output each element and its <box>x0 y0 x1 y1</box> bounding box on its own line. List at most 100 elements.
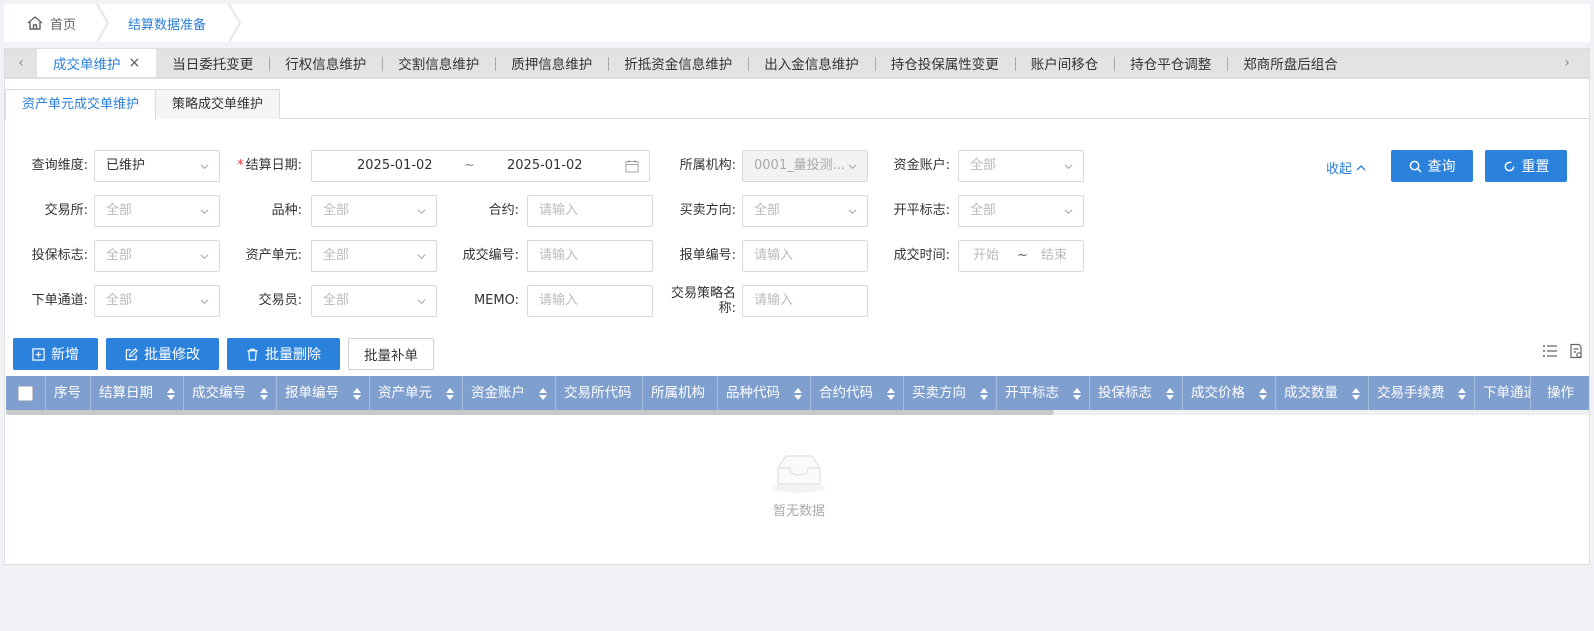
tab-exercise-info[interactable]: 行权信息维护 <box>269 49 382 77</box>
select-all-checkbox[interactable] <box>18 385 33 401</box>
sort-icon[interactable] <box>260 388 268 400</box>
order-no-label: 报单编号: <box>679 248 736 263</box>
variety-select[interactable]: 全部 <box>311 195 437 227</box>
exchange-select[interactable]: 全部 <box>94 195 220 227</box>
add-button[interactable]: 新增 <box>13 338 98 370</box>
chevron-down-icon <box>417 254 426 260</box>
open-close-select[interactable]: 全部 <box>958 195 1084 227</box>
tab-trade-maintain[interactable]: 成交单维护 × <box>37 49 157 77</box>
column-channel-label: 下单通道 <box>1483 385 1530 401</box>
empty-text: 暂无数据 <box>772 504 825 519</box>
column-quantity-label: 成交数量 <box>1284 385 1338 401</box>
tab-label: 成交单维护 <box>53 57 121 73</box>
hedge-placeholder: 全部 <box>106 248 133 263</box>
order-no-input[interactable]: 请输入 <box>742 240 868 272</box>
sub-tabs: 资产单元成交单维护 策略成交单维护 <box>5 89 1589 120</box>
column-fee[interactable]: 交易手续费 <box>1369 376 1475 410</box>
batch-delete-button[interactable]: 批量删除 <box>227 338 340 370</box>
reset-button[interactable]: 重置 <box>1485 150 1567 182</box>
tab-label: 交割信息维护 <box>398 57 480 73</box>
column-settle-date[interactable]: 结算日期 <box>91 376 184 410</box>
org-select: 0001_量投测... <box>742 150 868 182</box>
query-button[interactable]: 查询 <box>1391 150 1473 182</box>
sort-icon[interactable] <box>539 388 547 400</box>
tab-position-close-adjust[interactable]: 持仓平仓调整 <box>1114 49 1227 77</box>
sort-icon[interactable] <box>1352 388 1360 400</box>
settle-date-range[interactable]: 2025-01-02 ~ 2025-01-02 <box>311 150 650 182</box>
export-icon[interactable] <box>1568 343 1584 359</box>
column-quantity[interactable]: 成交数量 <box>1276 376 1369 410</box>
tab-deposit-withdraw-info[interactable]: 出入金信息维护 <box>748 49 875 77</box>
sort-icon[interactable] <box>353 388 361 400</box>
search-icon <box>1409 160 1422 173</box>
tab-daily-order-change[interactable]: 当日委托变更 <box>156 49 269 77</box>
column-trade-no[interactable]: 成交编号 <box>184 376 277 410</box>
subtab-asset-unit-trade[interactable]: 资产单元成交单维护 <box>5 89 157 120</box>
tab-position-hedge-change[interactable]: 持仓投保属性变更 <box>874 49 1015 77</box>
close-icon[interactable]: × <box>129 55 141 71</box>
tab-offset-fund-info[interactable]: 折抵资金信息维护 <box>608 49 748 77</box>
query-dim-select[interactable]: 已维护 <box>94 150 220 182</box>
column-fund-account[interactable]: 资金账户 <box>463 376 556 410</box>
strategy-name-input[interactable]: 请输入 <box>742 285 868 317</box>
column-variety-code[interactable]: 品种代码 <box>718 376 811 410</box>
batch-supplement-button[interactable]: 批量补单 <box>348 338 434 370</box>
column-variety-code-label: 品种代码 <box>726 385 780 401</box>
column-list-icon[interactable] <box>1542 343 1558 359</box>
sort-icon[interactable] <box>794 388 802 400</box>
sort-icon[interactable] <box>167 388 175 400</box>
horizontal-scrollbar-thumb[interactable] <box>6 410 1054 415</box>
sort-icon[interactable] <box>887 388 895 400</box>
tab-account-transfer[interactable]: 账户间移仓 <box>1014 49 1115 77</box>
column-hedge-label: 投保标志 <box>1098 385 1152 401</box>
chevron-up-icon <box>1356 164 1366 170</box>
chevron-down-icon <box>200 209 209 215</box>
trade-time-range[interactable]: 开始 ~ 结束 <box>958 240 1084 272</box>
sort-icon[interactable] <box>980 388 988 400</box>
column-contract-code[interactable]: 合约代码 <box>811 376 904 410</box>
channel-select[interactable]: 全部 <box>94 285 220 317</box>
collapse-filters-link[interactable]: 收起 <box>1326 158 1366 177</box>
tab-delivery-info[interactable]: 交割信息维护 <box>382 49 495 77</box>
sort-icon[interactable] <box>1458 388 1466 400</box>
sort-icon[interactable] <box>1259 388 1267 400</box>
column-direction-label: 买卖方向 <box>912 385 966 401</box>
trader-label: 交易员: <box>258 293 302 308</box>
batch-edit-button[interactable]: 批量修改 <box>106 338 219 370</box>
column-price[interactable]: 成交价格 <box>1183 376 1276 410</box>
trade-time-start[interactable]: 开始 <box>973 241 999 271</box>
settle-date-start[interactable]: 2025-01-02 <box>357 151 433 181</box>
tab-scroll-left-button[interactable]: ‹ <box>5 49 37 77</box>
trader-select[interactable]: 全部 <box>311 285 437 317</box>
trade-time-end[interactable]: 结束 <box>1041 241 1067 271</box>
trade-no-input[interactable]: 请输入 <box>527 240 653 272</box>
fund-account-select[interactable]: 全部 <box>958 150 1084 182</box>
edit-icon <box>125 347 138 360</box>
sort-icon[interactable] <box>1073 388 1081 400</box>
tab-pledge-info[interactable]: 质押信息维护 <box>495 49 608 77</box>
breadcrumb-current[interactable]: 结算数据准备 <box>98 4 242 42</box>
column-order-no[interactable]: 报单编号 <box>277 376 370 410</box>
tab-scroll-right-button[interactable]: › <box>1545 49 1589 77</box>
sort-icon[interactable] <box>1166 388 1174 400</box>
column-open-close[interactable]: 开平标志 <box>997 376 1090 410</box>
column-direction[interactable]: 买卖方向 <box>904 376 997 410</box>
plus-square-icon <box>32 347 45 361</box>
memo-placeholder: 请输入 <box>539 293 579 308</box>
column-open-close-label: 开平标志 <box>1005 385 1059 401</box>
column-asset-unit[interactable]: 资产单元 <box>370 376 463 410</box>
sort-icon[interactable] <box>446 388 454 400</box>
column-hedge[interactable]: 投保标志 <box>1090 376 1183 410</box>
hedge-select[interactable]: 全部 <box>94 240 220 272</box>
subtab-strategy-trade[interactable]: 策略成交单维护 <box>155 89 281 119</box>
direction-select[interactable]: 全部 <box>742 195 868 227</box>
refresh-icon <box>1504 161 1514 171</box>
breadcrumb-home[interactable]: 首页 <box>4 4 110 42</box>
memo-input[interactable]: 请输入 <box>527 285 653 317</box>
contract-input[interactable]: 请输入 <box>527 195 653 227</box>
settle-date-end[interactable]: 2025-01-02 <box>507 151 583 181</box>
page-tab-strip: ‹ 成交单维护 × 当日委托变更 行权信息维护 交割信息维护 质押信息维护 折抵… <box>4 48 1590 78</box>
tab-czce-combination[interactable]: 郑商所盘后组合 <box>1227 49 1354 77</box>
tab-label: 当日委托变更 <box>172 57 254 73</box>
asset-unit-select[interactable]: 全部 <box>311 240 437 272</box>
